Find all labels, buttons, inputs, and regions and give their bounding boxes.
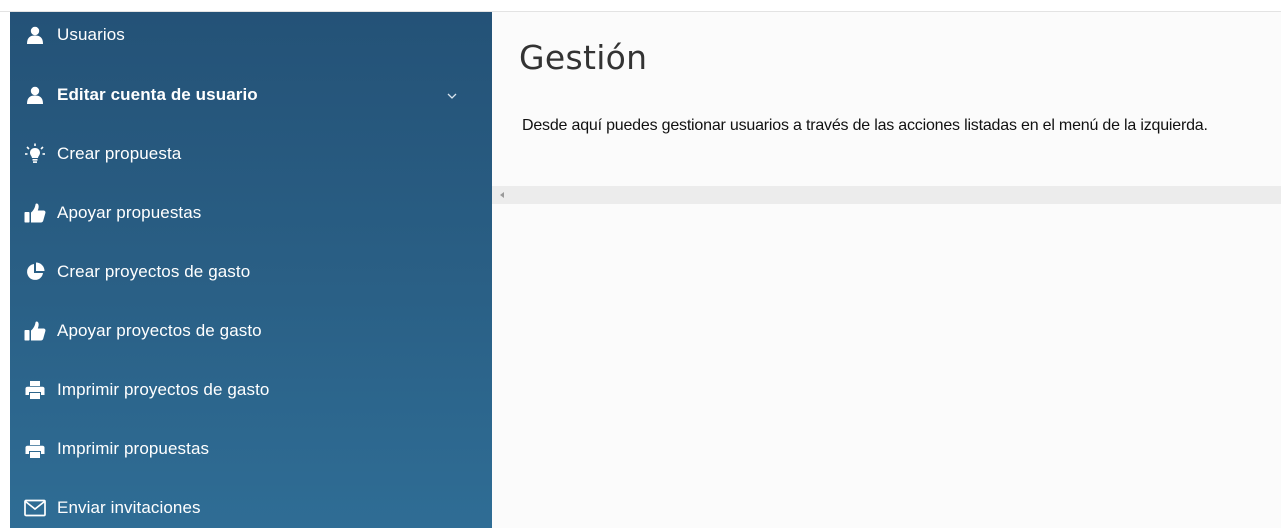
sidebar-item-label: Crear propuesta: [57, 144, 182, 163]
sidebar-item-label: Apoyar propuestas: [57, 203, 202, 222]
sidebar-item-label: Imprimir proyectos de gasto: [57, 380, 270, 399]
main-content: Gestión Desde aquí puedes gestionar usua…: [492, 12, 1281, 528]
top-border: [0, 0, 1281, 12]
horizontal-scrollbar[interactable]: [492, 186, 1281, 204]
sidebar-item-enviar-invitaciones[interactable]: Enviar invitaciones: [10, 479, 492, 528]
user-icon: [22, 84, 48, 106]
page-title: Gestión: [519, 38, 648, 77]
sidebar-item-imprimir-propuestas[interactable]: Imprimir propuestas: [10, 420, 492, 478]
sidebar-item-apoyar-propuestas[interactable]: Apoyar propuestas: [10, 184, 492, 242]
thumbs-up-icon: [22, 202, 48, 224]
lightbulb-icon: [22, 143, 48, 165]
scroll-left-icon[interactable]: [500, 192, 504, 198]
sidebar-item-label: Apoyar proyectos de gasto: [57, 321, 262, 340]
sidebar-item-label: Imprimir propuestas: [57, 439, 210, 458]
sidebar-item-crear-proyectos[interactable]: Crear proyectos de gasto: [10, 243, 492, 301]
sidebar: Usuarios Editar cuenta de usuario Crear …: [10, 12, 492, 528]
thumbs-up-icon: [22, 320, 48, 342]
chevron-down-icon[interactable]: [446, 90, 458, 102]
sidebar-item-apoyar-proyectos[interactable]: Apoyar proyectos de gasto: [10, 302, 492, 360]
sidebar-item-label: Editar cuenta de usuario: [57, 85, 258, 104]
envelope-icon: [22, 497, 48, 519]
app-frame: Usuarios Editar cuenta de usuario Crear …: [0, 0, 1281, 528]
printer-icon: [22, 438, 48, 460]
printer-icon: [22, 379, 48, 401]
sidebar-item-usuarios[interactable]: Usuarios: [10, 12, 492, 64]
user-icon: [22, 24, 48, 46]
sidebar-item-crear-propuesta[interactable]: Crear propuesta: [10, 125, 492, 183]
page-description: Desde aquí puedes gestionar usuarios a t…: [522, 117, 1208, 134]
sidebar-item-label: Crear proyectos de gasto: [57, 262, 251, 281]
sidebar-item-label: Usuarios: [57, 25, 125, 44]
sidebar-item-imprimir-proyectos[interactable]: Imprimir proyectos de gasto: [10, 361, 492, 419]
sidebar-item-label: Enviar invitaciones: [57, 498, 201, 517]
pie-chart-icon: [22, 261, 48, 283]
sidebar-item-editar-cuenta[interactable]: Editar cuenta de usuario: [10, 66, 492, 124]
